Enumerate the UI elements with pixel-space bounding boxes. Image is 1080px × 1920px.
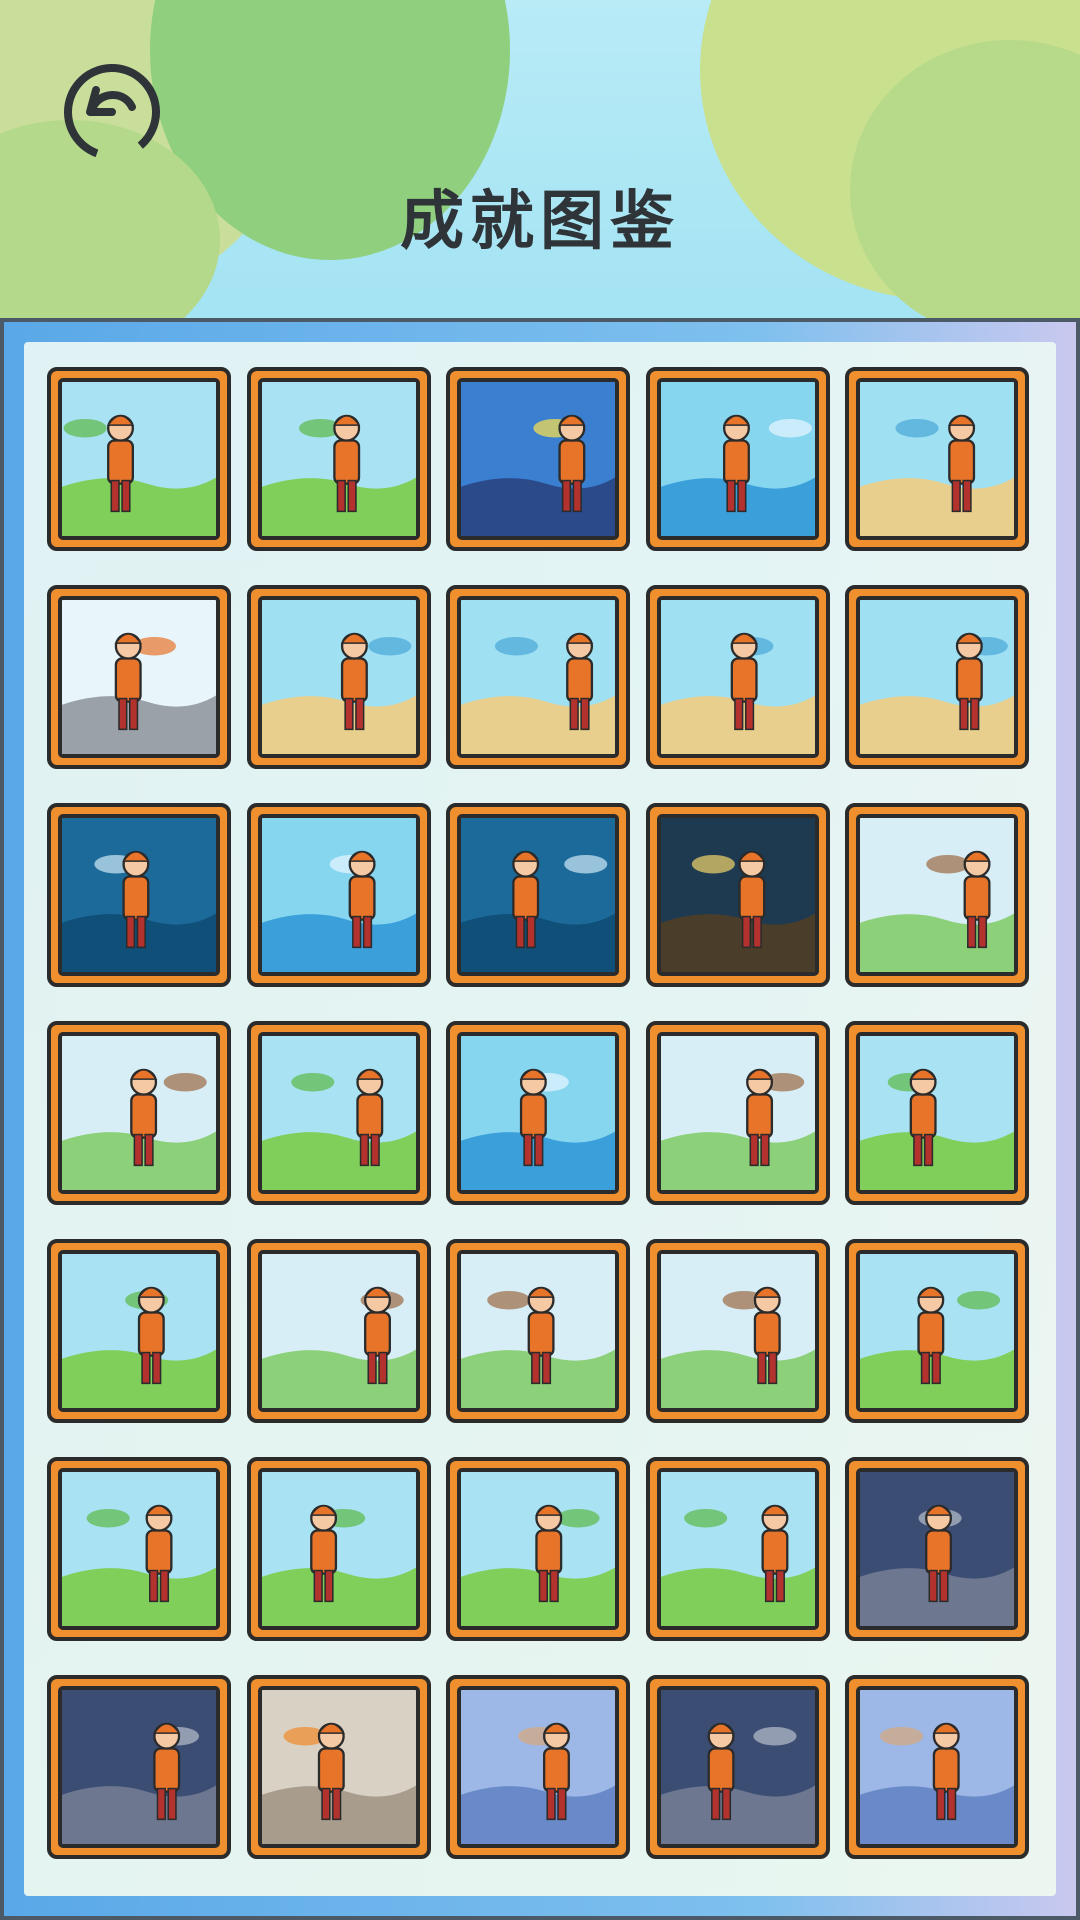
achievement-card[interactable] xyxy=(645,585,830,769)
page-title: 成就图鉴 xyxy=(400,185,680,259)
achievement-card[interactable] xyxy=(47,367,231,551)
achievement-card[interactable] xyxy=(246,1021,431,1205)
achievement-illustration xyxy=(656,814,819,976)
achievement-illustration xyxy=(856,1032,1018,1194)
achievement-card[interactable] xyxy=(645,1021,830,1205)
achievement-card[interactable] xyxy=(645,367,830,551)
achievement-card[interactable] xyxy=(845,1457,1029,1641)
achievement-illustration xyxy=(856,814,1018,976)
achievement-card[interactable] xyxy=(246,1675,431,1859)
achievement-illustration xyxy=(457,1032,619,1194)
achievement-grid xyxy=(47,367,1033,1859)
achievement-card[interactable] xyxy=(246,367,431,551)
achievement-card[interactable] xyxy=(47,1457,231,1641)
achievement-illustration xyxy=(58,596,220,758)
achievement-illustration xyxy=(856,1686,1018,1848)
achievement-illustration xyxy=(457,1468,619,1630)
achievement-card[interactable] xyxy=(246,1457,431,1641)
achievement-card[interactable] xyxy=(446,585,630,769)
achievement-illustration xyxy=(58,1686,220,1848)
achievement-card[interactable] xyxy=(446,1021,630,1205)
achievement-illustration xyxy=(58,814,220,976)
achievement-illustration xyxy=(656,596,819,758)
achievement-illustration xyxy=(656,1250,819,1412)
achievement-illustration xyxy=(257,814,420,976)
achievement-card[interactable] xyxy=(47,1675,231,1859)
achievement-card[interactable] xyxy=(446,803,630,987)
achievement-illustration xyxy=(457,1686,619,1848)
achievement-card[interactable] xyxy=(446,1675,630,1859)
achievement-illustration xyxy=(457,596,619,758)
achievement-illustration xyxy=(58,1032,220,1194)
achievement-card[interactable] xyxy=(645,803,830,987)
achievement-illustration xyxy=(656,1686,819,1848)
achievement-card[interactable] xyxy=(845,1239,1029,1423)
achievement-card[interactable] xyxy=(47,1021,231,1205)
achievement-card[interactable] xyxy=(246,585,431,769)
achievement-card[interactable] xyxy=(246,1239,431,1423)
achievement-card[interactable] xyxy=(845,367,1029,551)
achievement-illustration xyxy=(656,378,819,540)
achievement-card[interactable] xyxy=(446,1239,630,1423)
undo-arrow-icon xyxy=(63,64,160,160)
achievement-card[interactable] xyxy=(645,1457,830,1641)
achievement-illustration xyxy=(58,1250,220,1412)
achievement-illustration xyxy=(257,1250,420,1412)
achievement-illustration xyxy=(457,814,619,976)
achievement-illustration xyxy=(856,1250,1018,1412)
achievement-card[interactable] xyxy=(845,803,1029,987)
achievement-card[interactable] xyxy=(446,367,630,551)
achievement-illustration xyxy=(656,1468,819,1630)
achievement-card[interactable] xyxy=(845,1021,1029,1205)
achievement-card[interactable] xyxy=(446,1457,630,1641)
achievement-illustration xyxy=(58,378,220,540)
achievement-illustration xyxy=(656,1032,819,1194)
achievement-illustration xyxy=(856,378,1018,540)
achievement-card[interactable] xyxy=(246,803,431,987)
achievement-illustration xyxy=(257,596,420,758)
achievement-card[interactable] xyxy=(47,1239,231,1423)
achievement-illustration xyxy=(457,378,619,540)
achievement-card[interactable] xyxy=(47,585,231,769)
achievement-illustration xyxy=(457,1250,619,1412)
achievement-illustration xyxy=(257,1468,420,1630)
achievement-card[interactable] xyxy=(845,1675,1029,1859)
achievement-card[interactable] xyxy=(47,803,231,987)
achievement-illustration xyxy=(257,378,420,540)
achievement-illustration xyxy=(856,596,1018,758)
achievement-card[interactable] xyxy=(645,1675,830,1859)
achievement-illustration xyxy=(257,1032,420,1194)
achievement-illustration xyxy=(856,1468,1018,1630)
achievement-illustration xyxy=(257,1686,420,1848)
back-button[interactable] xyxy=(62,62,162,162)
achievement-card[interactable] xyxy=(645,1239,830,1423)
achievement-illustration xyxy=(58,1468,220,1630)
achievement-card[interactable] xyxy=(845,585,1029,769)
